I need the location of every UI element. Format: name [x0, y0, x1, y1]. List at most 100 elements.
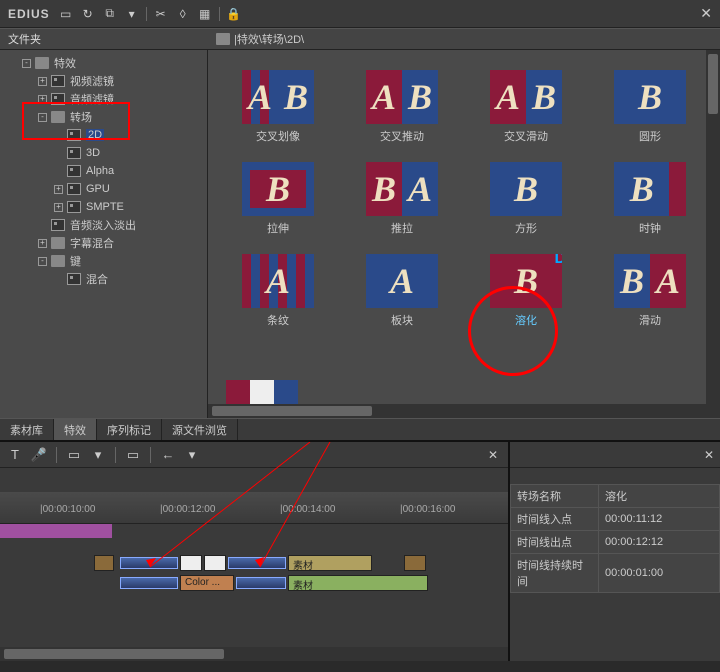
- thumbnail-image[interactable]: AB: [366, 70, 438, 124]
- info-key: 时间线入点: [511, 508, 599, 531]
- cut-icon[interactable]: T: [6, 446, 24, 464]
- expander-icon[interactable]: +: [54, 185, 63, 194]
- tree-item-GPU[interactable]: +GPU: [0, 181, 207, 197]
- thumbnail-image[interactable]: B: [490, 162, 562, 216]
- tab-序列标记[interactable]: 序列标记: [97, 419, 162, 440]
- thumb-交叉划像[interactable]: AB交叉划像: [223, 70, 333, 144]
- thumb-拉伸[interactable]: B拉伸: [223, 162, 333, 236]
- tree-item-键[interactable]: -键: [0, 253, 207, 269]
- thumb-时钟[interactable]: B 时钟: [595, 162, 705, 236]
- breadcrumb-text: |特效\转场\2D\: [234, 31, 304, 47]
- tree-item-3D[interactable]: 3D: [0, 145, 207, 161]
- clip[interactable]: [204, 555, 226, 571]
- tree-item-音频滤镜[interactable]: +音频滤镜: [0, 91, 207, 107]
- thumb-交叉推动[interactable]: AB交叉推动: [347, 70, 457, 144]
- close-icon[interactable]: ✕: [704, 448, 714, 462]
- sep: [219, 7, 220, 21]
- thumbnail-image[interactable]: B: [242, 162, 314, 216]
- clip[interactable]: 素材: [288, 575, 428, 591]
- thumb-滑动[interactable]: BA滑动: [595, 254, 705, 328]
- tree-item-转场[interactable]: -转场: [0, 109, 207, 125]
- dropdown-icon[interactable]: ▾: [124, 6, 140, 22]
- thumbnail-image[interactable]: A: [242, 254, 314, 308]
- clip-thumb[interactable]: [404, 555, 426, 571]
- lock-icon[interactable]: 🔒: [226, 6, 242, 22]
- tree-item-SMPTE[interactable]: +SMPTE: [0, 199, 207, 215]
- thumbnail-image[interactable]: B: [614, 70, 686, 124]
- transition-clip[interactable]: [120, 557, 178, 569]
- thumb-圆形[interactable]: B圆形: [595, 70, 705, 144]
- thumbnail-image[interactable]: BA: [366, 162, 438, 216]
- timeline-ruler[interactable]: |00:00:10:00 |00:00:12:00 |00:00:14:00 |…: [0, 492, 508, 524]
- tree-item-特效[interactable]: - 特效: [0, 55, 207, 71]
- tree-item-视频滤镜[interactable]: +视频滤镜: [0, 73, 207, 89]
- transition-clip[interactable]: [228, 557, 286, 569]
- thumbnail-image[interactable]: AB: [242, 70, 314, 124]
- tree-item-音频淡入淡出[interactable]: 音频淡入淡出: [0, 217, 207, 233]
- folder-icon[interactable]: [216, 33, 230, 45]
- monitor-icon[interactable]: ▭: [65, 446, 83, 464]
- thumb-方形[interactable]: B 方形: [471, 162, 581, 236]
- close-icon[interactable]: ✕: [484, 446, 502, 464]
- tree-item-2D[interactable]: 2D: [0, 127, 207, 143]
- folder-icon[interactable]: ▭: [124, 446, 142, 464]
- tree-item-字幕混合[interactable]: + 字幕混合: [0, 235, 207, 251]
- tree-item-混合[interactable]: 混合: [0, 271, 207, 287]
- grid-icon[interactable]: ▦: [197, 6, 213, 22]
- timeline-panel[interactable]: T 🎤 ▭ ▾ ▭ ← ▾ ✕ |00:00:10:00 |00:00:12:0…: [0, 442, 510, 661]
- close-icon[interactable]: ✕: [700, 5, 712, 22]
- thumb-推拉[interactable]: BA推拉: [347, 162, 457, 236]
- thumb-溶化[interactable]: BD溶化: [471, 254, 581, 328]
- expander-icon[interactable]: +: [54, 203, 63, 212]
- preview-panel[interactable]: AB交叉划像AB交叉推动AB交叉滑动B圆形B拉伸BA推拉B方形B时钟A条纹A板块…: [208, 50, 720, 418]
- timeline-tracks[interactable]: 素材 Color ... 素材: [0, 524, 508, 592]
- effect-icon: [67, 147, 81, 159]
- expander-icon[interactable]: -: [22, 59, 31, 68]
- expander-icon[interactable]: +: [38, 239, 47, 248]
- info-value: 00:00:12:12: [599, 531, 720, 554]
- effect-icon: [67, 273, 81, 285]
- thumb-交叉滑动[interactable]: AB 交叉滑动: [471, 70, 581, 144]
- thumbnail-image[interactable]: A: [366, 254, 438, 308]
- paint-icon[interactable]: ◊: [175, 6, 191, 22]
- transition-clip[interactable]: [120, 577, 178, 589]
- mic-icon[interactable]: 🎤: [30, 446, 48, 464]
- dropdown-icon[interactable]: ▾: [183, 446, 201, 464]
- thumbnail-image[interactable]: AB: [490, 70, 562, 124]
- info-table: 转场名称溶化时间线入点00:00:11:12时间线出点00:00:12:12时间…: [510, 484, 720, 593]
- tab-特效[interactable]: 特效: [54, 419, 97, 440]
- thumb-条纹[interactable]: A条纹: [223, 254, 333, 328]
- dropdown-icon[interactable]: ▾: [89, 446, 107, 464]
- scissors-icon[interactable]: ✂: [153, 6, 169, 22]
- expander-icon[interactable]: -: [38, 257, 47, 266]
- ruler-tick: |00:00:12:00: [160, 504, 215, 515]
- thumb-label: 交叉滑动: [504, 128, 548, 144]
- tree-label: 特效: [54, 55, 76, 71]
- thumbnail-image[interactable]: BA: [614, 254, 686, 308]
- folder-icon[interactable]: ▭: [58, 6, 74, 22]
- tree-panel[interactable]: - 特效 +视频滤镜 +音频滤镜 -转场 2D 3D Alpha +GPU +SMPTE 音频淡入淡…: [0, 50, 208, 418]
- thumb-label: 时钟: [639, 220, 661, 236]
- transition-clip[interactable]: [236, 577, 286, 589]
- scrollbar-horizontal[interactable]: [0, 647, 508, 661]
- expander-icon[interactable]: +: [38, 77, 47, 86]
- clip[interactable]: Color ...: [180, 575, 234, 591]
- tree-label: 字幕混合: [70, 235, 114, 251]
- tab-素材库[interactable]: 素材库: [0, 419, 54, 440]
- thumbnail-image[interactable]: BD: [490, 254, 562, 308]
- clip[interactable]: [180, 555, 202, 571]
- layers-icon[interactable]: ⧉: [102, 6, 118, 22]
- thumb-板块[interactable]: A板块: [347, 254, 457, 328]
- tab-源文件浏览[interactable]: 源文件浏览: [162, 419, 238, 440]
- scrollbar-horizontal[interactable]: [208, 404, 706, 418]
- arrow-left-icon[interactable]: ←: [159, 446, 177, 464]
- scrollbar-vertical[interactable]: [706, 50, 720, 418]
- clip-thumb[interactable]: [94, 555, 114, 571]
- expander-icon[interactable]: +: [38, 95, 47, 104]
- clip[interactable]: 素材: [288, 555, 372, 571]
- thumbnail-image[interactable]: B: [614, 162, 686, 216]
- rotate-icon[interactable]: ↻: [80, 6, 96, 22]
- tree-item-Alpha[interactable]: Alpha: [0, 163, 207, 179]
- thumb-label: 方形: [515, 220, 537, 236]
- expander-icon[interactable]: -: [38, 113, 47, 122]
